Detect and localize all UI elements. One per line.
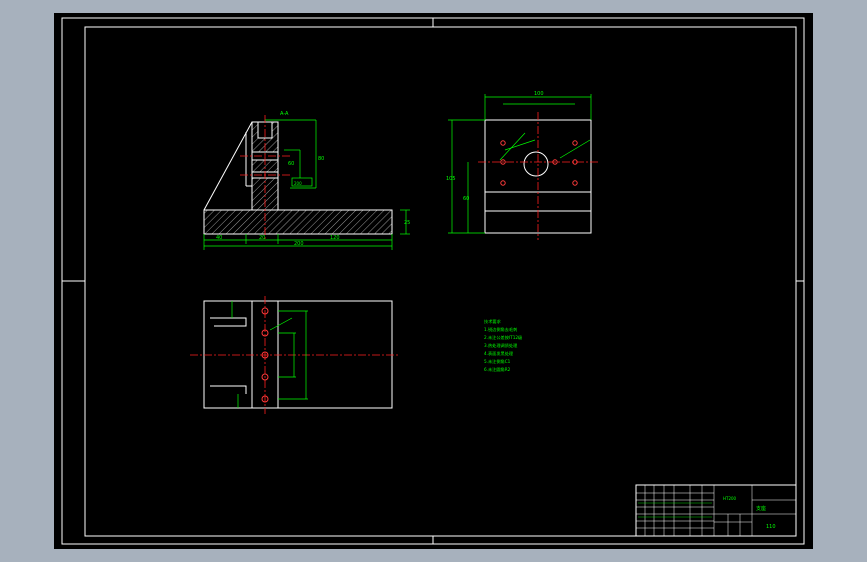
dim-top-width: 100	[534, 91, 544, 97]
dim-base-b: 20	[259, 235, 265, 241]
cad-drawing-canvas: A-A 80 60 200 40 20 120 200 25 100 105 6…	[0, 0, 867, 562]
dim-base-c: 120	[330, 235, 340, 241]
notes-heading: 技术要求	[484, 318, 502, 325]
dim-top-inner: 60	[463, 196, 469, 202]
dim-section-label: A-A	[280, 111, 289, 117]
base-plate	[203, 209, 393, 235]
dim-base-a: 40	[216, 235, 222, 241]
notes-line: 4.表面发黑处理	[484, 350, 514, 357]
title-drawing-code: 110	[766, 524, 776, 530]
notes-line: 3.热处理调质处理	[484, 342, 518, 349]
dim-side-right: 25	[404, 220, 410, 226]
notes-line: 2.未注公差按IT12级	[484, 334, 523, 341]
title-material: HT200	[723, 496, 737, 501]
title-part-name: 支座	[756, 505, 766, 512]
notes-line: 5.未注倒角C1	[484, 358, 511, 365]
dim-side-mid: 60	[288, 161, 294, 167]
drawing-sheet	[54, 13, 813, 549]
dim-side-height: 80	[318, 156, 324, 162]
dim-side-box: 200	[294, 181, 302, 186]
notes-line: 1.锐边倒角去毛刺	[484, 326, 517, 333]
dim-top-height: 105	[446, 176, 456, 182]
dim-side-total: 200	[294, 241, 304, 247]
notes-line: 6.未注圆角R2	[484, 366, 511, 373]
